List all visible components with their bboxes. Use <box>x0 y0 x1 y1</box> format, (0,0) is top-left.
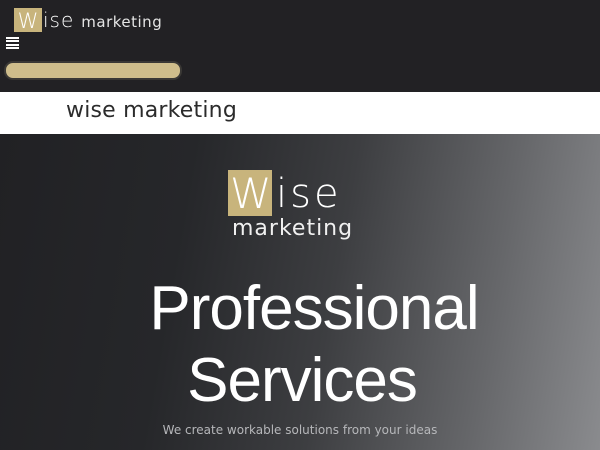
hero-section: W ise marketing Professional Services We… <box>0 134 600 450</box>
site-title[interactable]: wise marketing <box>66 98 237 123</box>
hero-headline-line2: Services <box>187 346 418 415</box>
top-bar: W ise marketing <box>0 0 600 92</box>
hero-tagline: We create workable solutions from your i… <box>162 423 438 437</box>
logo-subtext: marketing <box>81 12 163 31</box>
hero-logo-mark: W <box>228 169 272 218</box>
hero-logo-subtext: marketing <box>232 216 354 241</box>
header-logo[interactable]: W ise marketing <box>14 8 162 32</box>
site-title-bar: wise marketing <box>0 92 600 134</box>
hero-logo: W ise marketing <box>228 170 378 245</box>
hero-logo-initial: W <box>230 169 272 218</box>
logo-initial: W <box>17 9 39 33</box>
hero-logo-text: ise <box>276 171 342 217</box>
logo-mark: W <box>14 8 42 32</box>
logo-text: ise <box>43 8 75 32</box>
search-input[interactable] <box>4 61 182 80</box>
hero-headline-line1: Professional <box>149 274 479 343</box>
hamburger-menu-icon[interactable] <box>6 37 19 49</box>
